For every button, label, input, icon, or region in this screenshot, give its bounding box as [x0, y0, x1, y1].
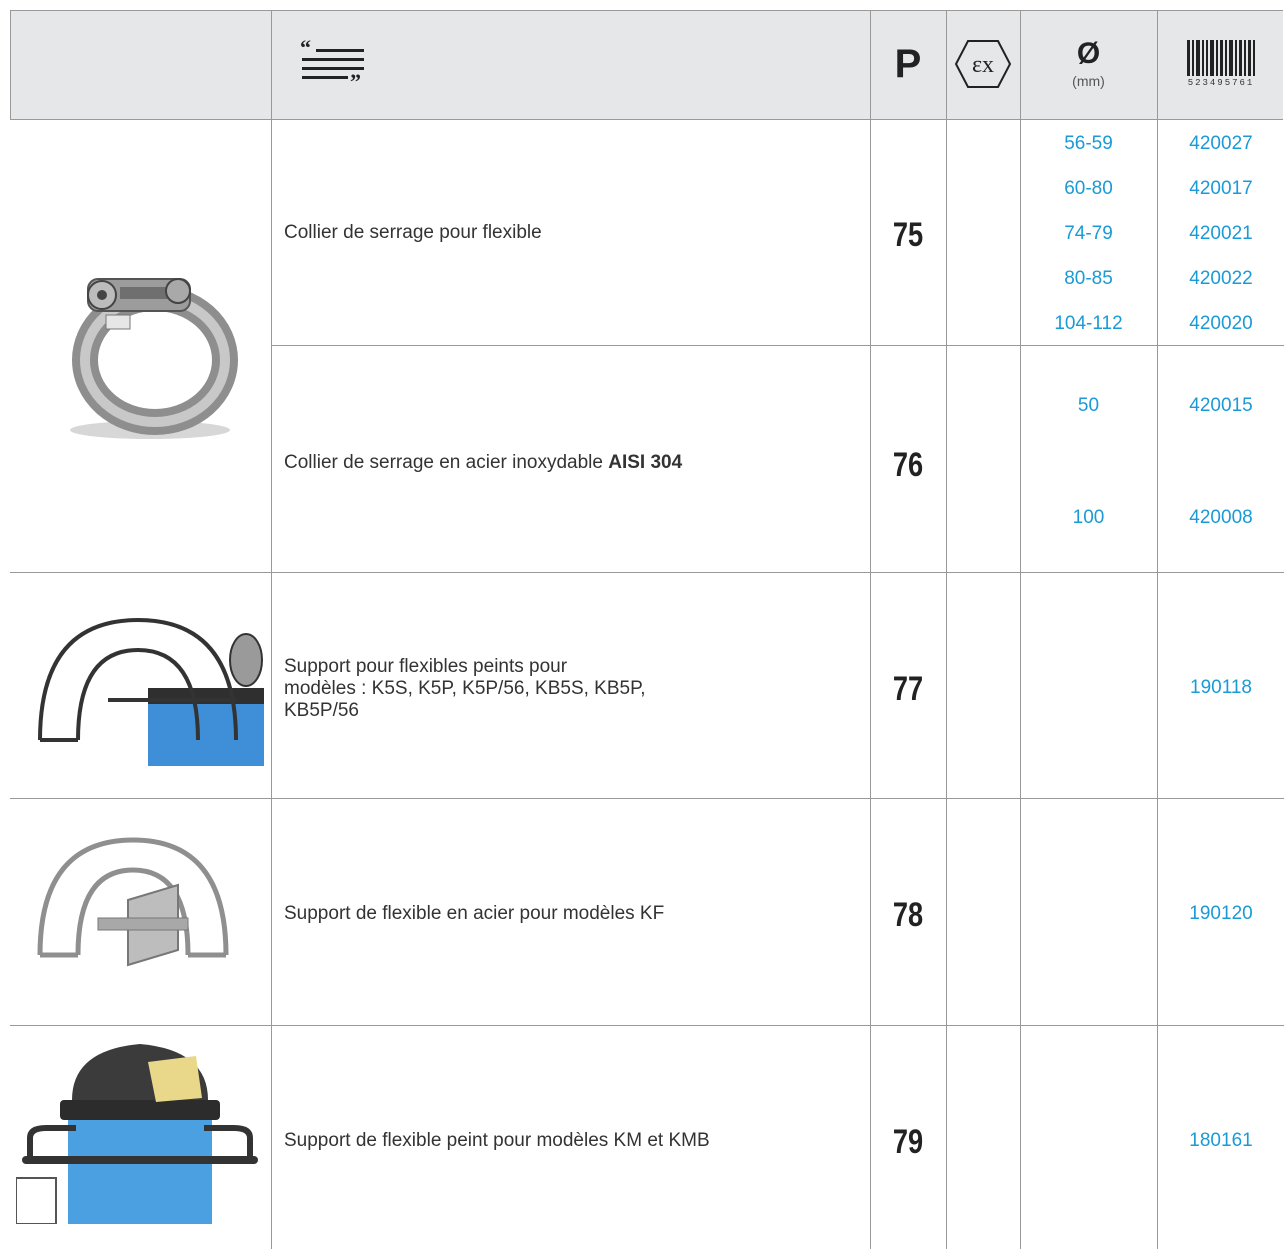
- row-rule: [10, 798, 1284, 799]
- product-code[interactable]: 420027: [1158, 133, 1284, 155]
- svg-text:εx: εx: [972, 52, 994, 78]
- header-page-cell: P: [870, 10, 946, 118]
- header-ex-cell: εx: [946, 10, 1020, 118]
- description-quote-icon: “ ”: [300, 39, 364, 89]
- ex-atex-icon: εx: [954, 40, 1012, 88]
- row-rule: [10, 572, 1284, 573]
- col-rule: [10, 10, 11, 119]
- product-code[interactable]: 420021: [1158, 223, 1284, 245]
- diameter-value: 80-85: [1064, 268, 1113, 289]
- row-description-line: Support pour flexibles peints pour: [284, 656, 568, 677]
- row-description-line: modèles : K5S, K5P, K5P/56, KB5S, KB5P,: [284, 678, 646, 699]
- row-page-number: 77: [892, 670, 924, 708]
- col-rule: [870, 10, 871, 1249]
- product-table: “ ” P εx Ø (mm) 523495761 Collier de ser…: [0, 0, 1284, 1249]
- diameter-value: 104-112: [1054, 313, 1123, 334]
- diameter-value: 60-80: [1064, 178, 1113, 199]
- hose-clamp-image: [70, 278, 238, 439]
- product-code[interactable]: 420020: [1158, 313, 1284, 335]
- row-page-number: 79: [892, 1123, 924, 1161]
- steel-hose-support-image: [37, 837, 229, 967]
- product-code[interactable]: 420017: [1158, 178, 1284, 200]
- barcode-number: 523495761: [1187, 78, 1255, 88]
- col-rule: [271, 10, 272, 1249]
- row-rule: [271, 345, 1284, 346]
- diameter-value: 56-59: [1064, 133, 1113, 154]
- diameter-symbol: Ø: [1076, 37, 1101, 70]
- row-page-number: 78: [892, 896, 924, 934]
- product-code[interactable]: 420008: [1158, 507, 1284, 529]
- diameter-value: 100: [1072, 507, 1105, 528]
- product-code[interactable]: 420022: [1158, 268, 1284, 290]
- col-rule: [946, 10, 947, 1249]
- page-column-header: P: [894, 41, 922, 86]
- product-code[interactable]: 420015: [1158, 395, 1284, 417]
- row-description-line: KB5P/56: [284, 700, 359, 721]
- row-description: Support de flexible en acier pour modèle…: [284, 903, 665, 924]
- vacuum-hose-support-image: [16, 1044, 258, 1224]
- svg-text:“: “: [300, 39, 311, 60]
- header-diameter-cell: Ø (mm): [1020, 10, 1157, 118]
- row-page-number: 76: [892, 446, 924, 484]
- svg-text:”: ”: [350, 69, 361, 89]
- header-description-cell: “ ”: [272, 10, 870, 118]
- diameter-value: 74-79: [1064, 223, 1113, 244]
- row-description: Support de flexible peint pour modèles K…: [284, 1130, 710, 1151]
- row-description-bold: AISI 304: [608, 452, 683, 473]
- row-page-number: 75: [892, 216, 924, 254]
- barcode-icon: [1187, 40, 1255, 76]
- product-code[interactable]: 180161: [1158, 1130, 1284, 1152]
- row-description-text: Collier de serrage en acier inoxydable: [284, 452, 609, 473]
- row-rule: [10, 1025, 1284, 1026]
- row-description: Support pour flexibles peints pour modèl…: [284, 656, 724, 722]
- row-description: Collier de serrage pour flexible: [284, 222, 542, 243]
- row-description: Collier de serrage en acier inoxydable A…: [284, 452, 724, 474]
- header-barcode-cell: 523495761: [1158, 10, 1284, 118]
- painted-hose-support-image: [38, 617, 264, 766]
- diameter-value: 50: [1077, 395, 1100, 416]
- product-code[interactable]: 190120: [1158, 903, 1284, 925]
- diameter-unit: (mm): [1072, 73, 1105, 89]
- product-code[interactable]: 190118: [1158, 677, 1284, 699]
